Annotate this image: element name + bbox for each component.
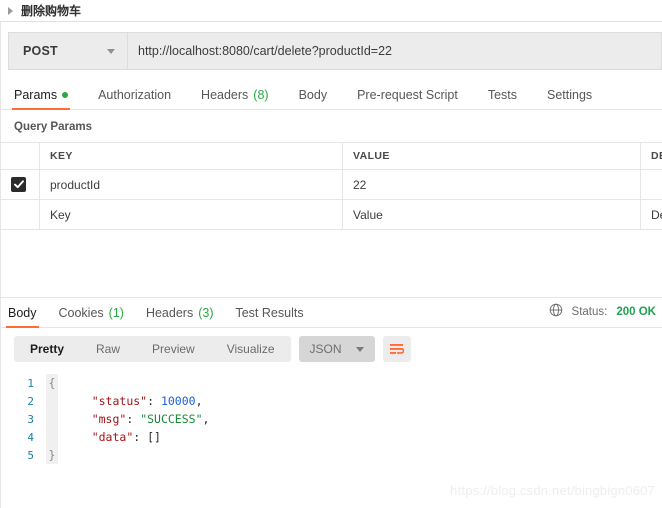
tab-label: Body: [298, 88, 328, 102]
row-key-cell[interactable]: productId: [39, 169, 343, 200]
table-row-placeholder[interactable]: KeyValueDescription: [0, 199, 662, 230]
header-checkbox-cell: [0, 142, 40, 170]
code-text: "status": 10000,: [91, 394, 203, 408]
status-label: Status:: [571, 305, 608, 318]
response-status: Status: 200 OK: [549, 303, 656, 320]
view-mode-pretty[interactable]: Pretty: [14, 336, 80, 362]
tab-label: Test Results: [235, 306, 304, 320]
tab-label: Body: [8, 306, 37, 320]
tab-label: Headers: [201, 88, 249, 102]
code-line: 3 · "msg": "SUCCESS",: [0, 410, 662, 428]
table-row[interactable]: productId 22: [0, 169, 662, 200]
tab-label: Tests: [487, 88, 517, 102]
row-checkbox-cell[interactable]: [0, 169, 40, 200]
view-mode-preview[interactable]: Preview: [136, 336, 211, 362]
row-checkbox[interactable]: [11, 177, 26, 193]
code-fold-gutter: }: [46, 446, 58, 464]
panel-left-border: [0, 22, 1, 508]
response-format-label: JSON: [309, 342, 342, 356]
tab-count-badge: (8): [253, 88, 269, 102]
tab-headers[interactable]: Headers (8): [201, 88, 269, 109]
tab-label: Authorization: [98, 88, 172, 102]
code-fold-gutter: ·: [46, 410, 58, 428]
request-header: 删除购物车: [0, 0, 662, 22]
column-header-key: KEY: [39, 142, 343, 170]
line-number: 1: [27, 376, 34, 390]
row-value-cell[interactable]: 22: [342, 169, 641, 200]
line-number: 2: [27, 394, 34, 408]
code-fold-gutter: ·: [46, 428, 58, 446]
new-description-input[interactable]: Description: [640, 199, 662, 230]
request-tab-bar: Params Authorization Headers (8) Body Pre-req…: [0, 80, 662, 110]
view-mode-raw[interactable]: Raw: [80, 336, 136, 362]
code-line: 2 · "status": 10000,: [0, 392, 662, 410]
code-fold-gutter: ·: [46, 392, 58, 410]
tab-label: Headers: [145, 306, 194, 320]
row-checkbox-cell[interactable]: [0, 199, 40, 230]
column-header-description: DESCRIPTION: [640, 142, 662, 170]
line-number: 5: [27, 448, 34, 462]
response-view-toolbar: Pretty Raw Preview Visualize JSON: [0, 328, 662, 370]
tab-body[interactable]: Body: [299, 88, 328, 109]
tab-label: Cookies: [58, 306, 104, 320]
chevron-down-icon: [107, 48, 115, 54]
http-method-label: POST: [23, 44, 58, 58]
code-line: 4 · "data": []: [0, 428, 662, 446]
url-input[interactable]: http://localhost:8080/cart/delete?produc…: [127, 32, 662, 70]
tab-pre-request-script[interactable]: Pre-request Script: [357, 88, 458, 109]
code-text: "data": []: [91, 430, 161, 444]
view-mode-group: Pretty Raw Preview Visualize: [14, 336, 291, 362]
response-tab-bar: Body Cookies (1) Headers (3) Test Results Sta…: [0, 298, 662, 328]
triangle-right-icon[interactable]: [8, 6, 13, 15]
column-header-value: VALUE: [342, 142, 641, 170]
tab-count-badge: (3): [198, 306, 214, 320]
response-format-select[interactable]: JSON: [298, 336, 375, 362]
response-tab-cookies[interactable]: Cookies (1): [59, 306, 124, 327]
status-badge: 200 OK: [616, 305, 656, 318]
query-params-table: KEY VALUE DESCRIPTION productId22KeyValu…: [0, 142, 662, 230]
params-empty-area: [0, 230, 662, 298]
tab-params[interactable]: Params: [11, 88, 71, 110]
chevron-down-icon: [355, 346, 364, 352]
tab-label: Settings: [547, 88, 593, 102]
code-fold-gutter: {: [46, 374, 58, 392]
tab-settings[interactable]: Settings: [547, 88, 592, 109]
new-key-input[interactable]: Key: [39, 199, 343, 230]
tab-count-badge: (1): [108, 306, 124, 320]
globe-icon[interactable]: [549, 303, 563, 320]
row-description-cell[interactable]: [640, 169, 662, 200]
url-bar: POST http://localhost:8080/cart/delete?p…: [0, 22, 662, 80]
code-line: 1{: [0, 374, 662, 392]
response-tab-body[interactable]: Body: [6, 306, 38, 328]
new-value-input[interactable]: Value: [342, 199, 641, 230]
response-body-code[interactable]: 1{2· "status": 10000,3· "msg": "SUCCESS"…: [0, 370, 662, 464]
tab-tests[interactable]: Tests: [488, 88, 517, 109]
code-line: 5}: [0, 446, 662, 464]
line-number: 4: [27, 430, 34, 444]
tab-authorization[interactable]: Authorization: [98, 88, 171, 109]
code-text: "msg": "SUCCESS",: [91, 412, 210, 426]
postman-window: 删除购物车 POST http://localhost:8080/cart/de…: [0, 0, 662, 508]
response-tab-headers[interactable]: Headers (3): [146, 306, 214, 327]
request-title: 删除购物车: [21, 4, 82, 18]
http-method-select[interactable]: POST: [8, 32, 127, 70]
response-tab-test-results[interactable]: Test Results: [235, 306, 303, 327]
query-params-label: Query Params: [14, 121, 92, 133]
view-mode-visualize[interactable]: Visualize: [211, 336, 291, 362]
modified-dot-icon: [62, 92, 69, 98]
watermark: https://blog.csdn.net/bingbign0607: [450, 483, 655, 498]
tab-label: Params: [14, 88, 58, 102]
tab-label: Pre-request Script: [357, 88, 458, 102]
word-wrap-icon[interactable]: [382, 336, 411, 362]
line-number: 3: [27, 412, 34, 426]
table-header-row: KEY VALUE DESCRIPTION: [0, 142, 662, 170]
